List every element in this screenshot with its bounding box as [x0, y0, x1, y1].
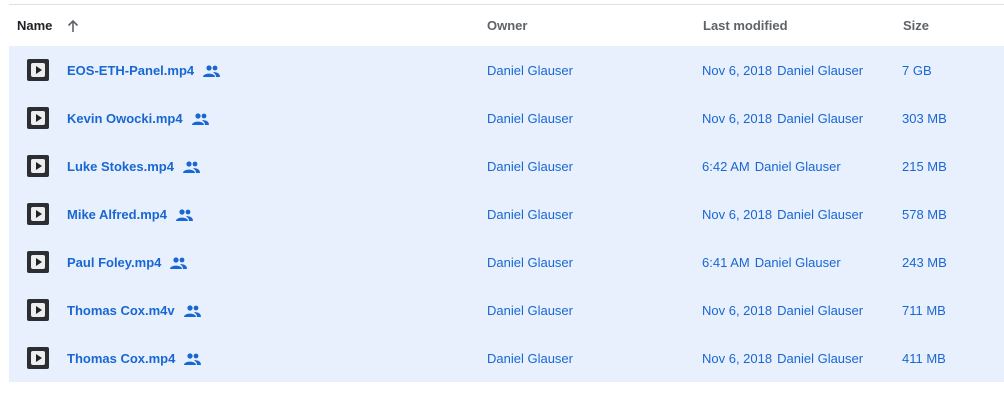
- name-column-header[interactable]: Name: [17, 18, 80, 33]
- play-icon: [31, 63, 45, 77]
- file-row[interactable]: Thomas Cox.m4v Daniel Glauser Nov 6, 201…: [9, 286, 1004, 334]
- video-thumbnail-icon: [27, 59, 49, 81]
- play-icon: [31, 303, 45, 317]
- modified-date: 6:41 AM: [702, 255, 750, 270]
- modified-date: Nov 6, 2018: [702, 63, 773, 78]
- file-list-header: Name Owner Last modified Size: [9, 5, 1004, 46]
- file-name[interactable]: Thomas Cox.mp4: [67, 351, 202, 366]
- file-name-text: Mike Alfred.mp4: [67, 207, 167, 222]
- file-row[interactable]: Mike Alfred.mp4 Daniel Glauser Nov 6, 20…: [9, 190, 1004, 238]
- owner-cell: Daniel Glauser: [487, 63, 573, 78]
- owner-cell: Daniel Glauser: [487, 351, 573, 366]
- size-cell: 303 MB: [902, 111, 947, 126]
- modified-cell: 6:42 AM Daniel Glauser: [702, 159, 841, 174]
- modified-date: Nov 6, 2018: [702, 207, 773, 222]
- video-thumbnail-icon: [27, 155, 49, 177]
- video-thumbnail-icon: [27, 347, 49, 369]
- size-cell: 411 MB: [902, 351, 946, 366]
- size-column-label: Size: [903, 18, 930, 33]
- owner-column-label: Owner: [487, 18, 528, 33]
- modified-date: Nov 6, 2018: [702, 351, 773, 366]
- owner-cell: Daniel Glauser: [487, 111, 573, 126]
- modified-cell: Nov 6, 2018 Daniel Glauser: [702, 207, 863, 222]
- modified-by: Daniel Glauser: [777, 207, 864, 222]
- modified-cell: 6:41 AM Daniel Glauser: [702, 255, 841, 270]
- modified-by: Daniel Glauser: [777, 111, 864, 126]
- modified-by: Daniel Glauser: [777, 303, 864, 318]
- file-row[interactable]: EOS-ETH-Panel.mp4 Daniel Glauser Nov 6, …: [9, 46, 1004, 94]
- modified-by: Daniel Glauser: [777, 351, 864, 366]
- modified-by: Daniel Glauser: [754, 255, 841, 270]
- last-modified-column-label: Last modified: [703, 18, 788, 33]
- file-name[interactable]: Luke Stokes.mp4: [67, 159, 200, 174]
- play-icon: [31, 111, 45, 125]
- file-name-text: Thomas Cox.mp4: [67, 351, 176, 366]
- video-thumbnail-icon: [27, 107, 49, 129]
- file-row[interactable]: Luke Stokes.mp4 Daniel Glauser 6:42 AM Da…: [9, 142, 1004, 190]
- owner-cell: Daniel Glauser: [487, 159, 573, 174]
- shared-users-icon: [170, 256, 188, 269]
- video-thumbnail-icon: [27, 251, 49, 273]
- file-name[interactable]: Kevin Owocki.mp4: [67, 111, 209, 126]
- file-name[interactable]: Mike Alfred.mp4: [67, 207, 193, 222]
- file-name[interactable]: EOS-ETH-Panel.mp4: [67, 63, 221, 78]
- file-name-text: EOS-ETH-Panel.mp4: [67, 63, 195, 78]
- file-list: EOS-ETH-Panel.mp4 Daniel Glauser Nov 6, …: [9, 46, 1004, 382]
- size-column-header[interactable]: Size: [903, 18, 929, 33]
- name-column-label: Name: [17, 18, 53, 33]
- file-row[interactable]: Kevin Owocki.mp4 Daniel Glauser Nov 6, 2…: [9, 94, 1004, 142]
- video-thumbnail-icon: [27, 203, 49, 225]
- file-name-text: Paul Foley.mp4: [67, 255, 162, 270]
- shared-users-icon: [175, 208, 193, 221]
- modified-by: Daniel Glauser: [754, 159, 841, 174]
- file-name-text: Luke Stokes.mp4: [67, 159, 174, 174]
- shared-users-icon: [191, 112, 209, 125]
- shared-users-icon: [203, 64, 221, 77]
- size-cell: 711 MB: [902, 303, 946, 318]
- modified-date: Nov 6, 2018: [702, 303, 773, 318]
- modified-date: Nov 6, 2018: [702, 111, 773, 126]
- size-cell: 578 MB: [902, 207, 947, 222]
- modified-cell: Nov 6, 2018 Daniel Glauser: [702, 63, 863, 78]
- video-thumbnail-icon: [27, 299, 49, 321]
- modified-date: 6:42 AM: [702, 159, 750, 174]
- shared-users-icon: [182, 160, 200, 173]
- file-name[interactable]: Thomas Cox.m4v: [67, 303, 201, 318]
- shared-users-icon: [184, 352, 202, 365]
- size-cell: 215 MB: [902, 159, 947, 174]
- play-icon: [31, 351, 45, 365]
- file-name[interactable]: Paul Foley.mp4: [67, 255, 188, 270]
- play-icon: [31, 255, 45, 269]
- owner-column-header[interactable]: Owner: [487, 18, 527, 33]
- file-row[interactable]: Thomas Cox.mp4 Daniel Glauser Nov 6, 201…: [9, 334, 1004, 382]
- size-cell: 7 GB: [902, 63, 932, 78]
- modified-cell: Nov 6, 2018 Daniel Glauser: [702, 303, 863, 318]
- file-row[interactable]: Paul Foley.mp4 Daniel Glauser 6:41 AM Dan…: [9, 238, 1004, 286]
- file-name-text: Kevin Owocki.mp4: [67, 111, 183, 126]
- modified-cell: Nov 6, 2018 Daniel Glauser: [702, 111, 863, 126]
- shared-users-icon: [183, 304, 201, 317]
- last-modified-column-header[interactable]: Last modified: [703, 18, 788, 33]
- arrow-up-icon[interactable]: [66, 19, 80, 33]
- modified-cell: Nov 6, 2018 Daniel Glauser: [702, 351, 863, 366]
- owner-cell: Daniel Glauser: [487, 303, 573, 318]
- owner-cell: Daniel Glauser: [487, 255, 573, 270]
- play-icon: [31, 159, 45, 173]
- size-cell: 243 MB: [902, 255, 947, 270]
- owner-cell: Daniel Glauser: [487, 207, 573, 222]
- file-name-text: Thomas Cox.m4v: [67, 303, 175, 318]
- modified-by: Daniel Glauser: [777, 63, 864, 78]
- play-icon: [31, 207, 45, 221]
